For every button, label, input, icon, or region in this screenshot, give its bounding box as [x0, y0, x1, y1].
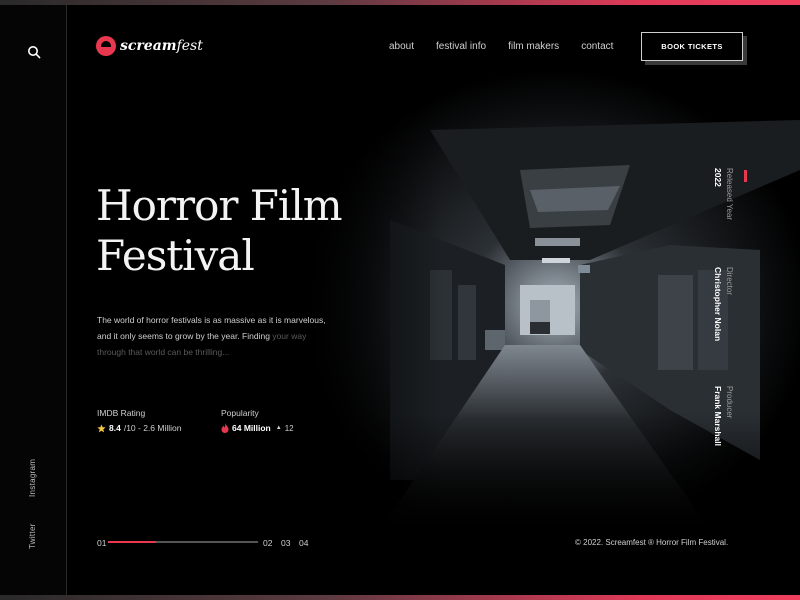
bottom-accent-bar [0, 595, 800, 600]
nav-film-makers[interactable]: film makers [508, 41, 559, 52]
nav-festival-info[interactable]: festival info [436, 41, 486, 52]
pager-page-02[interactable]: 02 [263, 538, 272, 548]
main-nav: about festival info film makers contact [389, 41, 635, 52]
flame-icon [221, 423, 229, 433]
nav-contact[interactable]: contact [581, 41, 613, 52]
top-accent-bar [0, 0, 800, 5]
imdb-detail: /10 - 2.6 Million [123, 423, 182, 433]
popularity-change: 12 [284, 423, 294, 433]
slide-progress-bar [108, 541, 258, 543]
popularity-label: Popularity [221, 408, 259, 418]
meta-released-value: 2022 [710, 168, 728, 187]
meta-director-value: Christopher Nolan [710, 267, 728, 341]
left-rail: Instagram Twitter [0, 5, 67, 595]
logo-wordmark: screamfest [120, 38, 203, 54]
footer-copyright: © 2022. Screamfest ® Horror Film Festiva… [575, 538, 729, 547]
meta-producer-value: Frank Marshall [710, 386, 728, 446]
screamfest-logo[interactable]: screamfest [96, 36, 203, 56]
pager-page-03[interactable]: 03 [281, 538, 290, 548]
title-line-2: Festival [96, 231, 255, 280]
imdb-score: 8.4 [109, 423, 121, 433]
page-title: Horror Film Festival [96, 181, 343, 281]
twitter-link[interactable]: Twitter [28, 523, 37, 549]
pager-current[interactable]: 01 [97, 538, 106, 548]
book-tickets-button[interactable]: BOOK TICKETS [641, 32, 743, 61]
slide-progress-fill [108, 541, 156, 543]
star-icon [97, 423, 106, 432]
nav-about[interactable]: about [389, 41, 414, 52]
meta-accent-marker [744, 170, 747, 182]
logo-mark-icon [96, 36, 116, 56]
director-value: Christopher Nolan [713, 267, 723, 342]
instagram-link[interactable]: Instagram [28, 459, 37, 497]
imdb-value: 8.4 /10 - 2.6 Million [97, 423, 181, 433]
trend-up-icon: ▲ [275, 425, 282, 431]
imdb-label: IMDB Rating [97, 408, 146, 418]
popularity-count: 64 Million [232, 423, 271, 433]
hero-description: The world of horror festivals is as mass… [97, 312, 332, 360]
producer-value: Frank Marshall [713, 386, 723, 446]
title-line-1: Horror Film [96, 181, 343, 230]
pager-page-04[interactable]: 04 [299, 538, 308, 548]
search-icon[interactable] [27, 45, 41, 59]
popularity-value: 64 Million ▲ 12 [221, 423, 294, 433]
released-value: 2022 [713, 168, 723, 187]
